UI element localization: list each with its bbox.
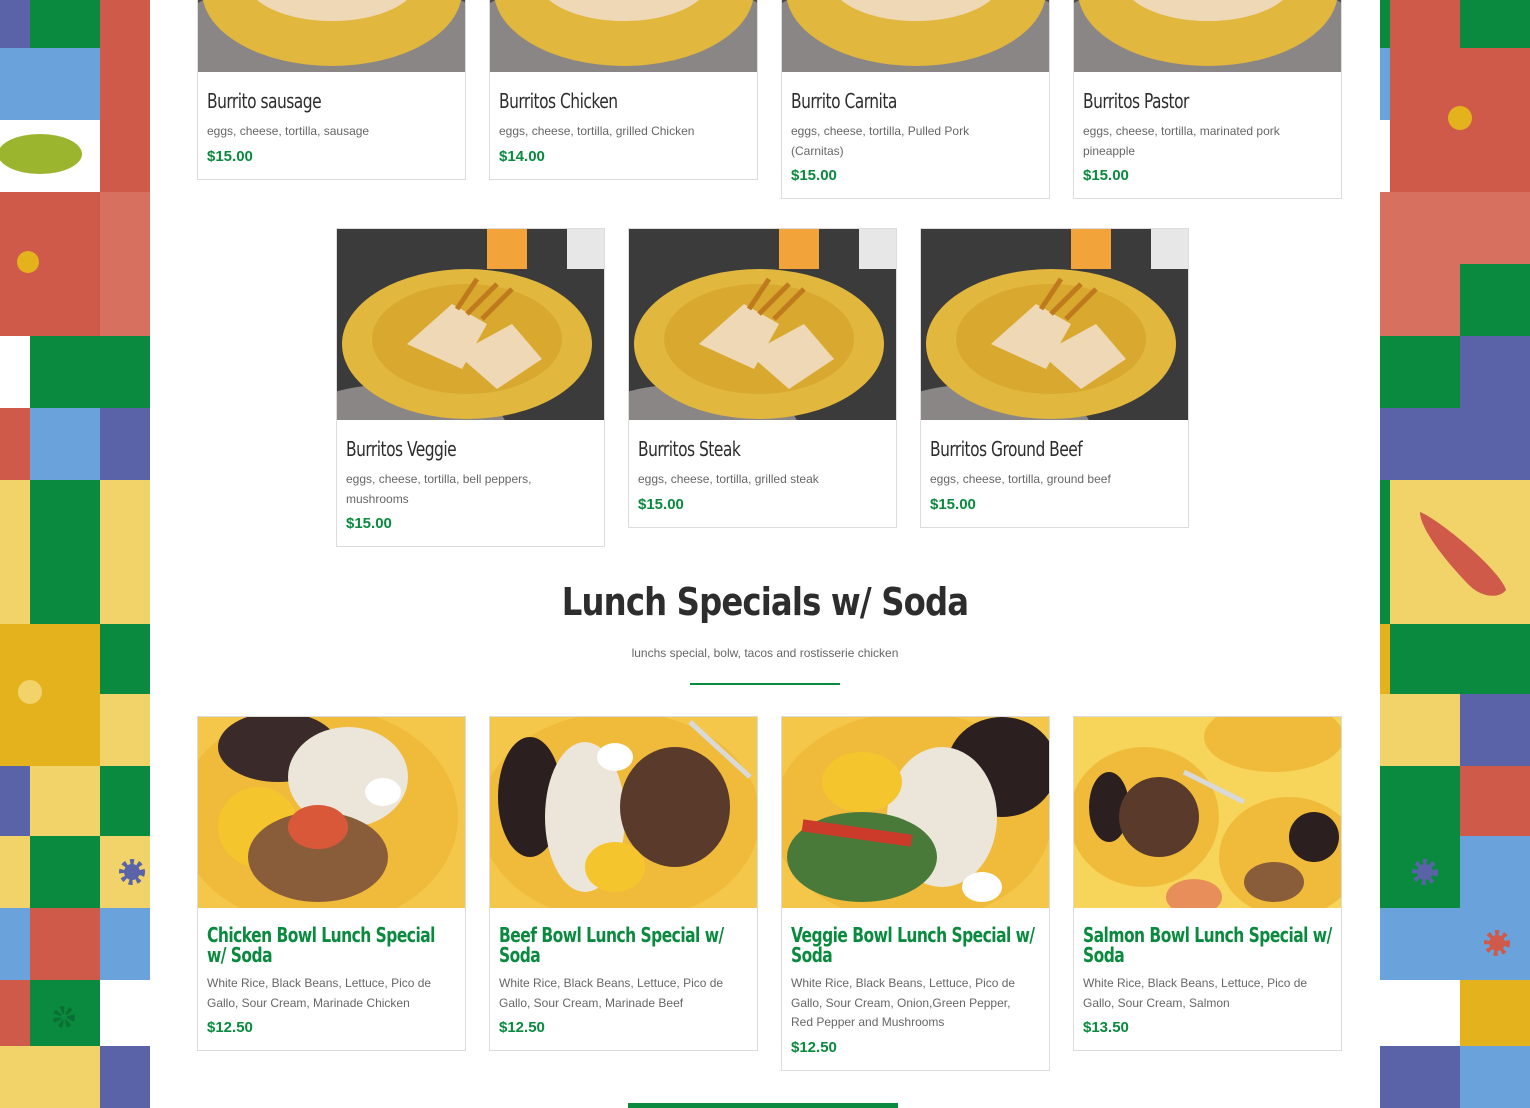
- lunch-item-card[interactable]: Chicken Bowl Lunch Special w/ Soda White…: [197, 716, 466, 1051]
- bowl-photo: [490, 717, 757, 908]
- section-title: Lunch Specials w/ Soda: [561, 580, 969, 624]
- item-title: Salmon Bowl Lunch Special w/ Soda: [1083, 923, 1332, 967]
- item-description: eggs, cheese, tortilla, ground beef: [930, 472, 1111, 486]
- burrito-photo: [921, 229, 1188, 420]
- section-subtitle: lunchs special, bolw, tacos and rostisse…: [631, 646, 899, 660]
- burrito-photo: [337, 229, 604, 420]
- burrito-photo: [490, 0, 757, 72]
- lunch-item-card[interactable]: Salmon Bowl Lunch Special w/ Soda White …: [1073, 716, 1342, 1051]
- bowl-photo: [782, 717, 1049, 908]
- item-price: $13.50: [1083, 1019, 1129, 1036]
- item-title: Burrito Carnita: [791, 89, 897, 113]
- item-description: White Rice, Black Beans, Lettuce, Pico d…: [791, 976, 1016, 1029]
- menu-content: Burrito sausage eggs, cheese, tortilla, …: [150, 0, 1380, 1108]
- menu-item-card[interactable]: Burritos Chicken eggs, cheese, tortilla,…: [489, 0, 758, 180]
- item-title: Burritos Ground Beef: [930, 437, 1083, 461]
- right-decorative-pattern: [1380, 0, 1530, 1108]
- menu-item-card[interactable]: Burritos Pastor eggs, cheese, tortilla, …: [1073, 0, 1342, 199]
- item-description: White Rice, Black Beans, Lettuce, Pico d…: [1083, 976, 1308, 1010]
- lunch-item-card[interactable]: Veggie Bowl Lunch Special w/ Soda White …: [781, 716, 1050, 1071]
- bottom-green-button[interactable]: [628, 1103, 898, 1108]
- item-price: $12.50: [499, 1019, 545, 1036]
- item-title: Burritos Pastor: [1083, 89, 1189, 113]
- item-price: $15.00: [930, 495, 976, 513]
- left-decorative-pattern: [0, 0, 150, 1108]
- item-description: White Rice, Black Beans, Lettuce, Pico d…: [499, 976, 724, 1010]
- item-description: eggs, cheese, tortilla, Pulled Pork (Car…: [791, 124, 970, 158]
- menu-item-card[interactable]: Burritos Veggie eggs, cheese, tortilla, …: [336, 228, 605, 547]
- item-title: Burrito sausage: [207, 89, 322, 113]
- item-price: $12.50: [791, 1038, 837, 1056]
- menu-item-card[interactable]: Burrito sausage eggs, cheese, tortilla, …: [197, 0, 466, 180]
- item-price: $15.00: [207, 147, 253, 165]
- menu-item-card[interactable]: Burrito Carnita eggs, cheese, tortilla, …: [781, 0, 1050, 199]
- bowl-photo: [1074, 717, 1341, 908]
- item-title: Burritos Chicken: [499, 89, 618, 113]
- item-description: eggs, cheese, tortilla, marinated pork p…: [1083, 124, 1280, 158]
- item-title: Beef Bowl Lunch Special w/ Soda: [499, 923, 724, 967]
- bowl-photo: [198, 717, 465, 908]
- item-price: $12.50: [207, 1019, 253, 1036]
- burrito-photo: [782, 0, 1049, 72]
- menu-item-card[interactable]: Burritos Ground Beef eggs, cheese, torti…: [920, 228, 1189, 528]
- item-description: eggs, cheese, tortilla, sausage: [207, 124, 370, 138]
- item-description: eggs, cheese, tortilla, grilled steak: [638, 472, 819, 486]
- item-description: eggs, cheese, tortilla, bell peppers, mu…: [346, 472, 532, 506]
- item-description: eggs, cheese, tortilla, grilled Chicken: [499, 124, 695, 138]
- burrito-photo: [1074, 0, 1341, 72]
- item-title: Burritos Steak: [638, 437, 741, 461]
- burrito-photo: [198, 0, 465, 72]
- item-price: $15.00: [791, 167, 837, 184]
- item-title: Chicken Bowl Lunch Special w/ Soda: [207, 923, 435, 967]
- item-price: $15.00: [638, 495, 684, 513]
- burrito-photo: [629, 229, 896, 420]
- section-divider: [690, 683, 840, 685]
- item-price: $14.00: [499, 147, 545, 165]
- item-price: $15.00: [1083, 167, 1129, 184]
- item-price: $15.00: [346, 515, 392, 532]
- item-description: White Rice, Black Beans, Lettuce, Pico d…: [207, 976, 432, 1010]
- item-title: Veggie Bowl Lunch Special w/ Soda: [791, 923, 1035, 967]
- item-title: Burritos Veggie: [346, 437, 457, 461]
- menu-item-card[interactable]: Burritos Steak eggs, cheese, tortilla, g…: [628, 228, 897, 528]
- lunch-item-card[interactable]: Beef Bowl Lunch Special w/ Soda White Ri…: [489, 716, 758, 1051]
